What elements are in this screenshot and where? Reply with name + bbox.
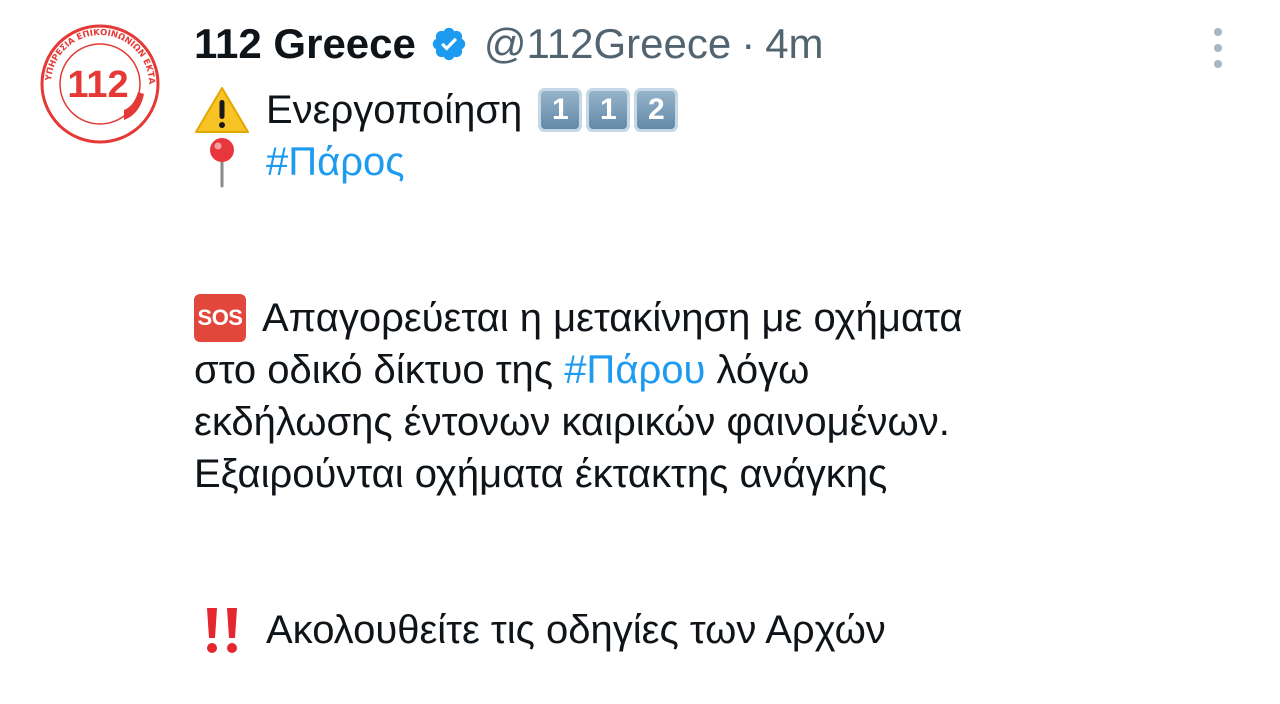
svg-text:112: 112: [67, 64, 128, 106]
tweet-text: Ενεργοποίηση 1 1 2 #Πάρος SOS Απαγορεύετ…: [194, 84, 1234, 656]
para-text-2b: λόγω: [705, 348, 810, 392]
warning-icon: [195, 87, 249, 133]
round-pushpin-icon: [210, 138, 234, 188]
keycap-112: 1 1 2: [538, 88, 679, 132]
para-text-4: Εξαιρούνται οχήματα έκτακτης ανάγκης: [194, 452, 888, 496]
more-vertical-icon[interactable]: [1208, 26, 1228, 70]
verified-badge-icon: [432, 27, 466, 61]
para-text-1: Απαγορεύεται η μετακίνηση με οχήματα: [262, 296, 963, 340]
timestamp[interactable]: 4m: [765, 18, 823, 70]
para-line-1: SOS Απαγορεύεται η μετακίνηση με οχήματα: [194, 292, 1234, 344]
activation-text: Ενεργοποίηση: [266, 88, 523, 132]
112-logo-icon: ΥΠΗΡΕΣΙΑ ΕΠΙΚΟΙΝΩΝΙΩΝ ΕΚΤΑΚΤΟΥ ΑΝΑΓΚΗΣ 1…: [34, 15, 160, 144]
hashtag-parou[interactable]: #Πάρου: [564, 348, 705, 392]
tweet: ΥΠΗΡΕΣΙΑ ΕΠΙΚΟΙΝΩΝΙΩΝ ΕΚΤΑΚΤΟΥ ΑΝΑΓΚΗΣ 1…: [0, 0, 1280, 704]
sos-icon: SOS: [194, 294, 246, 342]
keycap-digit: 1: [538, 88, 583, 132]
activation-line: Ενεργοποίηση 1 1 2: [194, 84, 1234, 136]
keycap-digit: 2: [634, 88, 679, 132]
para-text-3: εκδήλωσης έντονων καιρικών φαινομένων.: [194, 400, 950, 444]
location-line: #Πάρος: [194, 136, 1234, 188]
hashtag-paros[interactable]: #Πάρος: [266, 136, 405, 188]
keycap-digit: 1: [586, 88, 631, 132]
closing-text: Ακολουθείτε τις οδηγίες των Αρχών: [266, 608, 886, 652]
para-line-3: εκδήλωσης έντονων καιρικών φαινομένων.: [194, 396, 1234, 448]
author-handle[interactable]: @112Greece: [484, 18, 731, 70]
author-name[interactable]: 112 Greece: [194, 18, 416, 70]
double-exclamation-icon: [207, 608, 237, 653]
separator-dot: ·: [741, 20, 756, 67]
avatar[interactable]: ΥΠΗΡΕΣΙΑ ΕΠΙΚΟΙΝΩΝΙΩΝ ΕΚΤΑΚΤΟΥ ΑΝΑΓΚΗΣ 1…: [34, 15, 162, 146]
closing-line: Ακολουθείτε τις οδηγίες των Αρχών: [194, 604, 1234, 656]
tweet-header: 112 Greece @112Greece · 4m: [194, 18, 824, 70]
para-line-4: Εξαιρούνται οχήματα έκτακτης ανάγκης: [194, 448, 1234, 500]
para-line-2: στο οδικό δίκτυο της #Πάρου λόγω: [194, 344, 1234, 396]
para-text-2a: στο οδικό δίκτυο της: [194, 348, 565, 392]
